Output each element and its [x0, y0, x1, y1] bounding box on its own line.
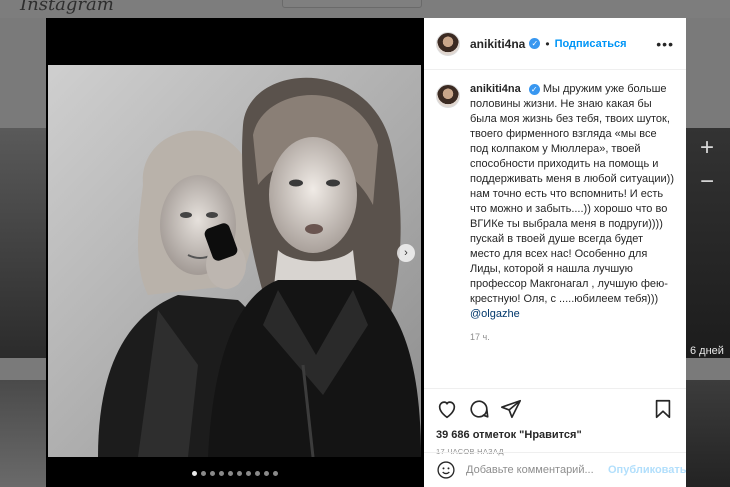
smiley-icon[interactable] [436, 460, 456, 480]
follow-button[interactable]: Подписаться [555, 38, 627, 50]
background-days-label: 6 дней [690, 345, 724, 357]
separator-dot: • [545, 36, 550, 51]
carousel-indicator [46, 471, 424, 476]
bookmark-icon[interactable] [652, 398, 674, 420]
caption: anikiti4na ✓ Мы дружим уже больше половин… [436, 82, 676, 390]
more-options-button[interactable]: ••• [656, 36, 674, 52]
caption-username[interactable]: anikiti4na [470, 83, 521, 95]
background-tile [0, 128, 46, 358]
comment-bar: Опубликовать [424, 452, 687, 487]
carousel-dot [255, 471, 260, 476]
carousel-dot [219, 471, 224, 476]
background-tile [686, 380, 730, 487]
verified-badge-icon: ✓ [529, 38, 541, 49]
background-topbar: Instagram [0, 0, 730, 18]
likes-count[interactable]: 39 686 отметок "Нравится" [436, 429, 674, 441]
carousel-dot [237, 471, 242, 476]
zoom-out-icon: − [700, 168, 715, 195]
avatar[interactable] [436, 31, 460, 56]
post-header: anikiti4na ✓ • Подписаться ••• [424, 18, 686, 70]
carousel-dot [228, 471, 233, 476]
paper-plane-icon[interactable] [500, 398, 522, 420]
carousel-dot [201, 471, 206, 476]
carousel-dot [210, 471, 215, 476]
author-username[interactable]: anikiti4na [470, 37, 525, 51]
chevron-right-icon: › [404, 247, 408, 259]
post-photo[interactable] [48, 65, 421, 457]
comment-input[interactable] [466, 464, 608, 476]
zoom-in-icon: + [700, 134, 715, 161]
background-tile [686, 128, 730, 358]
caption-body: anikiti4na ✓ Мы дружим уже больше половин… [470, 82, 676, 390]
post-actions: 39 686 отметок "Нравится" 17 ЧАСОВ НАЗАД [424, 388, 686, 456]
verified-badge-icon: ✓ [528, 84, 540, 95]
caption-timestamp: 17 ч. [470, 332, 490, 342]
carousel-dot [246, 471, 251, 476]
next-photo-button[interactable]: › [397, 244, 415, 262]
post-sidebar: anikiti4na ✓ • Подписаться ••• anikiti4n… [424, 18, 687, 487]
action-icons [436, 397, 674, 421]
carousel-dot [264, 471, 269, 476]
publish-button[interactable]: Опубликовать [608, 464, 687, 476]
heart-icon[interactable] [436, 398, 458, 420]
avatar[interactable] [436, 84, 460, 108]
comment-bubble-icon[interactable] [468, 398, 490, 420]
post-modal: › anikiti4na ✓ • Подписаться ••• anikiti… [46, 18, 687, 487]
caption-text: Мы дружим уже больше половины жизни. Не … [470, 83, 674, 305]
background-search [282, 0, 422, 8]
carousel-dot [192, 471, 197, 476]
background-logo: Instagram [20, 0, 114, 15]
photo-pane: › [46, 18, 424, 487]
caption-mention[interactable]: @olgazhe [470, 308, 520, 320]
background-tile [0, 380, 46, 487]
carousel-dot [273, 471, 278, 476]
